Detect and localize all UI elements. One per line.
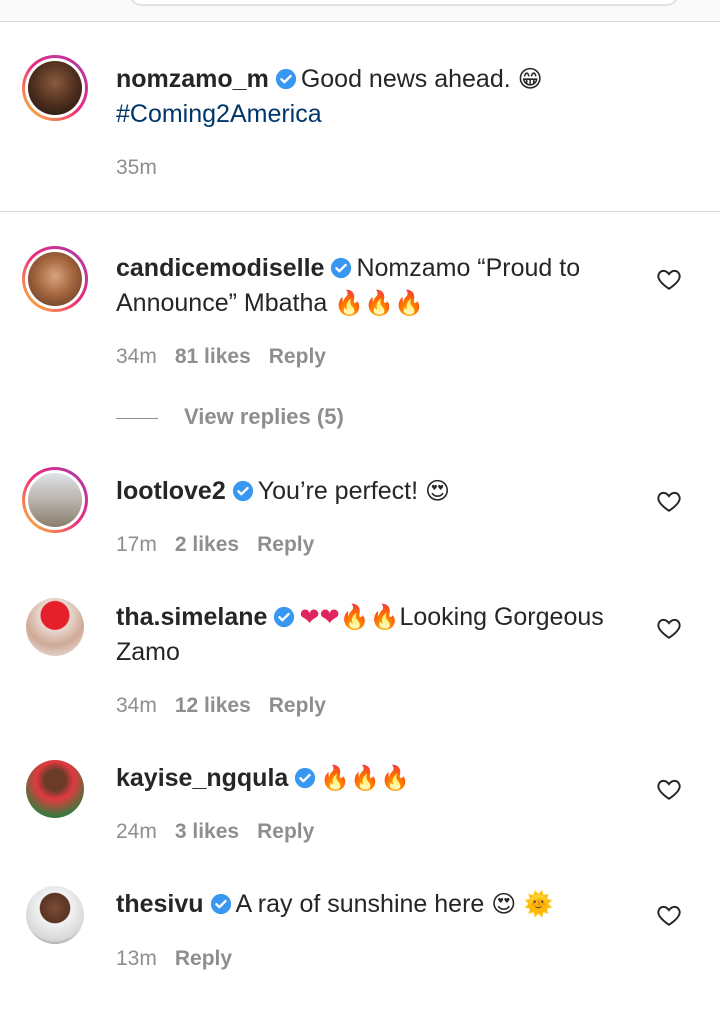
- verified-badge-icon: [275, 68, 296, 90]
- comment-username[interactable]: tha.simelane: [116, 603, 267, 631]
- comment-text: lootlove2 You’re perfect! 😍: [116, 474, 636, 509]
- comment-text: tha.simelane ❤❤🔥🔥Looking Gorgeous Zamo: [116, 600, 636, 670]
- comment-timestamp: 17m: [116, 533, 157, 556]
- caption-timestamp: 35m: [116, 156, 157, 179]
- fire-emoji: 🔥🔥🔥: [320, 764, 410, 792]
- comment-username[interactable]: lootlove2: [116, 477, 226, 505]
- hearts-fire-emoji: ❤❤🔥🔥: [299, 603, 400, 631]
- comment-text: candicemodiselle Nomzamo “Proud to Announ…: [116, 251, 636, 321]
- verified-badge-icon: [274, 606, 295, 628]
- comment-username[interactable]: thesivu: [116, 890, 204, 918]
- comment-username[interactable]: kayise_ngqula: [116, 764, 288, 792]
- fire-emoji: 🔥🔥🔥: [334, 289, 424, 317]
- avatar[interactable]: [22, 246, 88, 312]
- comment-text: kayise_ngqula 🔥🔥🔥: [116, 761, 636, 796]
- comment-timestamp: 24m: [116, 820, 157, 843]
- heart-eyes-sun-emoji: 😍 🌞: [491, 890, 554, 918]
- likes-count[interactable]: 81 likes: [175, 345, 251, 368]
- search-bar[interactable]: [128, 0, 680, 6]
- verified-badge-icon: [232, 480, 253, 502]
- verified-badge-icon: [331, 257, 352, 279]
- reply-button[interactable]: Reply: [175, 947, 232, 970]
- grinning-emoji: 😁: [517, 65, 543, 93]
- comment-meta: 34m 81 likes Reply: [116, 345, 344, 369]
- like-heart-icon[interactable]: [656, 488, 682, 514]
- post-caption: nomzamo_m Good news ahead. 😁 #Coming2Amer…: [0, 22, 720, 212]
- verified-badge-icon: [295, 767, 316, 789]
- avatar[interactable]: [26, 598, 84, 656]
- caption-meta: 35m: [116, 156, 175, 180]
- avatar[interactable]: [26, 886, 84, 944]
- view-replies-button[interactable]: View replies (5): [116, 404, 344, 430]
- reply-button[interactable]: Reply: [269, 694, 326, 717]
- like-heart-icon[interactable]: [656, 615, 682, 641]
- caption-username[interactable]: nomzamo_m: [116, 65, 269, 93]
- comment-meta: 13m Reply: [116, 947, 250, 971]
- like-heart-icon[interactable]: [656, 776, 682, 802]
- comment-meta: 34m 12 likes Reply: [116, 694, 344, 718]
- comment-meta: 24m 3 likes Reply: [116, 820, 332, 844]
- avatar[interactable]: [22, 467, 88, 533]
- comment-timestamp: 34m: [116, 694, 157, 717]
- caption-text: nomzamo_m Good news ahead. 😁 #Coming2Amer…: [116, 62, 636, 132]
- avatar[interactable]: [22, 55, 88, 121]
- hashtag-link[interactable]: #Coming2America: [116, 100, 322, 128]
- divider: [116, 417, 158, 419]
- comment-timestamp: 13m: [116, 947, 157, 970]
- top-bar: [0, 0, 720, 22]
- view-replies-label[interactable]: View replies (5): [184, 404, 344, 429]
- reply-button[interactable]: Reply: [257, 533, 314, 556]
- reply-button[interactable]: Reply: [269, 345, 326, 368]
- comment-body: You’re perfect!: [257, 477, 419, 505]
- verified-badge-icon: [210, 893, 231, 915]
- like-heart-icon[interactable]: [656, 266, 682, 292]
- comment-meta: 17m 2 likes Reply: [116, 533, 332, 557]
- comment-text: thesivu A ray of sunshine here 😍 🌞: [116, 887, 636, 922]
- comment-username[interactable]: candicemodiselle: [116, 254, 324, 282]
- comment-timestamp: 34m: [116, 345, 157, 368]
- avatar[interactable]: [26, 760, 84, 818]
- likes-count[interactable]: 12 likes: [175, 694, 251, 717]
- likes-count[interactable]: 2 likes: [175, 533, 239, 556]
- reply-button[interactable]: Reply: [257, 820, 314, 843]
- caption-body: Good news ahead.: [300, 65, 511, 93]
- comment-body: A ray of sunshine here: [235, 890, 485, 918]
- heart-eyes-emoji: 😍: [425, 477, 451, 505]
- like-heart-icon[interactable]: [656, 902, 682, 928]
- likes-count[interactable]: 3 likes: [175, 820, 239, 843]
